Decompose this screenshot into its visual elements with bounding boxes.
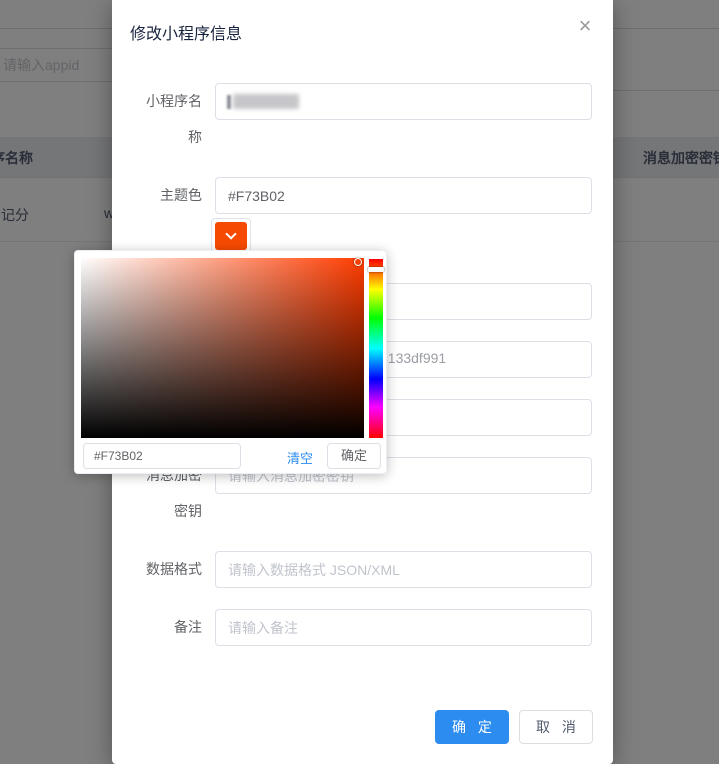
color-swatch-button[interactable] [211, 218, 251, 254]
redacted-value [227, 83, 327, 120]
field-label-theme-color: 主题色 [142, 177, 202, 213]
color-picker-popup: 清空 确定 [74, 250, 387, 474]
saturation-value-area[interactable] [81, 258, 364, 438]
field-label-data-format: 数据格式 [142, 551, 202, 587]
hue-slider-thumb[interactable] [368, 267, 384, 272]
theme-color-input[interactable] [215, 177, 592, 214]
modal-title: 修改小程序信息 [130, 20, 242, 44]
hue-slider[interactable] [369, 259, 383, 438]
picker-clear-link[interactable]: 清空 [287, 448, 313, 467]
confirm-button[interactable]: 确 定 [435, 710, 509, 744]
hex-color-input[interactable] [83, 443, 241, 469]
color-swatch [215, 222, 247, 250]
app-root: 序名称 消息加密密钥 记分 w 修改小程序信息 × 小程序名称 主题色 [0, 0, 719, 764]
picker-confirm-button[interactable]: 确定 [327, 443, 381, 469]
cancel-button[interactable]: 取 消 [519, 710, 593, 744]
saturation-gradient-black [81, 258, 364, 438]
redacted-blur-block [233, 94, 299, 109]
data-format-input[interactable] [215, 551, 592, 588]
redacted-char-fragment [227, 95, 231, 109]
remark-input[interactable] [215, 609, 592, 646]
chevron-down-icon [225, 228, 236, 239]
saturation-cursor[interactable] [354, 258, 362, 266]
field-label-name: 小程序名称 [142, 83, 202, 155]
field-label-remark: 备注 [142, 609, 202, 645]
close-icon[interactable]: × [573, 14, 597, 38]
